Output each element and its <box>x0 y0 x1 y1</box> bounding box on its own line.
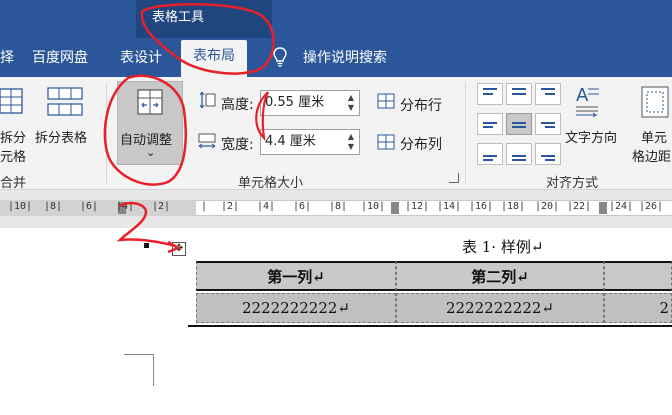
page-corner-mark <box>124 354 154 386</box>
ruler-tick: |8| <box>329 201 348 212</box>
tab-select[interactable]: 择 <box>0 44 14 72</box>
text-direction-icon[interactable]: A <box>574 83 600 119</box>
cell-margins-icon[interactable] <box>640 85 670 119</box>
row-height-icon <box>199 91 216 109</box>
text-cursor <box>144 243 149 248</box>
ruler-tick: |22| <box>567 201 592 212</box>
chevron-down-icon: ⌄ <box>146 146 156 159</box>
split-table-icon[interactable] <box>47 87 83 117</box>
align-bottom-right[interactable] <box>535 143 561 165</box>
split-cells-label-2: 元格 <box>0 150 27 165</box>
lightbulb-icon[interactable] <box>273 47 287 67</box>
ruler-tick: |4| <box>257 201 276 212</box>
ruler-tick: |4| <box>116 201 135 212</box>
table-move-handle[interactable]: ✥ <box>172 242 186 256</box>
table-cell[interactable]: 2222222222↵ <box>196 293 396 323</box>
text-direction-button[interactable]: 文字方向 <box>565 127 617 146</box>
distribute-rows-icon[interactable] <box>377 93 395 109</box>
align-middle-center[interactable] <box>506 113 532 135</box>
ruler-tick: |26| <box>639 201 664 212</box>
width-spinner[interactable]: ▲ ▼ <box>345 132 357 152</box>
ruler-tick: | <box>201 201 208 212</box>
width-label: 宽度: <box>221 137 254 153</box>
ruler-tick: |2| <box>221 201 240 212</box>
table-header-cell[interactable]: 第二列↵ <box>396 261 604 291</box>
svg-text:A: A <box>576 85 589 106</box>
ribbon: 拆分 元格 拆分表格 合并 自动调整 ⌄ 高度: 0.55 厘米 ▲▼ 宽度: <box>0 77 672 191</box>
split-table-button[interactable]: 拆分表格 <box>35 127 87 146</box>
alignment-group-label: 对齐方式 <box>546 176 599 191</box>
dialog-launcher-icon[interactable] <box>449 173 459 183</box>
ruler-tick: |16| <box>469 201 494 212</box>
split-cells-label-1: 拆分 <box>0 131 27 146</box>
table-header-cell[interactable] <box>604 261 672 291</box>
group-separator <box>106 83 107 183</box>
distribute-columns-icon[interactable] <box>377 134 395 150</box>
table-caption[interactable]: 表 1· 样例↵ <box>462 236 543 257</box>
tab-baidu-netdisk[interactable]: 百度网盘 <box>32 44 88 72</box>
height-spinner[interactable]: ▲ ▼ <box>345 93 357 113</box>
tab-table-design[interactable]: 表设计 <box>120 44 162 72</box>
ruler-column-marker[interactable] <box>391 202 399 214</box>
width-value: 4.4 厘米 <box>265 134 316 149</box>
horizontal-ruler[interactable]: |10| |8| |6| |4| |2| | |2| |4| |6| |8| |… <box>0 192 672 222</box>
align-middle-left[interactable] <box>477 113 503 135</box>
context-tab-title: 表格工具 <box>152 10 205 25</box>
width-input[interactable]: 4.4 厘米 ▲ ▼ <box>260 129 360 155</box>
align-bottom-left[interactable] <box>477 143 503 165</box>
ruler-tick: |18| <box>501 201 526 212</box>
align-top-left[interactable] <box>477 83 503 105</box>
table-bottom-border <box>188 325 672 327</box>
table-cell[interactable]: 2222222222↵ <box>396 293 604 323</box>
split-cells-icon[interactable] <box>0 87 24 117</box>
table-cell[interactable]: 2 <box>604 293 672 323</box>
ruler-tick: |6| <box>293 201 312 212</box>
distribute-columns-button[interactable]: 分布列 <box>400 134 442 154</box>
title-bar: 表格工具 择 百度网盘 表设计 表布局 操作说明搜索 <box>0 0 672 77</box>
table-header-cell[interactable]: 第一列↵ <box>196 261 396 291</box>
align-top-center[interactable] <box>506 83 532 105</box>
ruler-tick: |10| <box>8 201 33 212</box>
table[interactable]: 第一列↵ 第二列↵ 2222222222↵ 2222222222↵ 2 <box>196 261 672 323</box>
ruler-tick: |14| <box>437 201 462 212</box>
align-top-right[interactable] <box>535 83 561 105</box>
height-input[interactable]: 0.55 厘米 ▲ ▼ <box>260 90 360 116</box>
ruler-tick: |8| <box>44 201 63 212</box>
cell-margins-label-2[interactable]: 格边距 <box>632 146 671 165</box>
autofit-button[interactable]: 自动调整 ⌄ <box>117 81 183 165</box>
autofit-icon <box>137 89 163 115</box>
ruler-tick: |6| <box>80 201 99 212</box>
height-label: 高度: <box>221 97 254 113</box>
group-separator <box>465 83 466 183</box>
align-bottom-center[interactable] <box>506 143 532 165</box>
ruler-tick: |24| <box>609 201 634 212</box>
merge-group-label: 合并 <box>0 176 27 191</box>
column-width-icon <box>198 133 216 149</box>
height-value: 0.55 厘米 <box>265 95 325 110</box>
tab-table-layout[interactable]: 表布局 <box>181 40 247 77</box>
ruler-tick: |20| <box>535 201 560 212</box>
cell-margins-label-1[interactable]: 单元 <box>641 127 667 146</box>
ruler-tick: |12| <box>405 201 430 212</box>
ruler-tick: |2| <box>152 201 171 212</box>
cell-size-group-label: 单元格大小 <box>238 176 304 191</box>
tell-me-search[interactable]: 操作说明搜索 <box>303 44 387 72</box>
ruler-tick: |10| <box>361 201 386 212</box>
distribute-rows-button[interactable]: 分布行 <box>400 95 442 115</box>
align-middle-right[interactable] <box>535 113 561 135</box>
ruler-column-marker[interactable] <box>599 202 607 214</box>
